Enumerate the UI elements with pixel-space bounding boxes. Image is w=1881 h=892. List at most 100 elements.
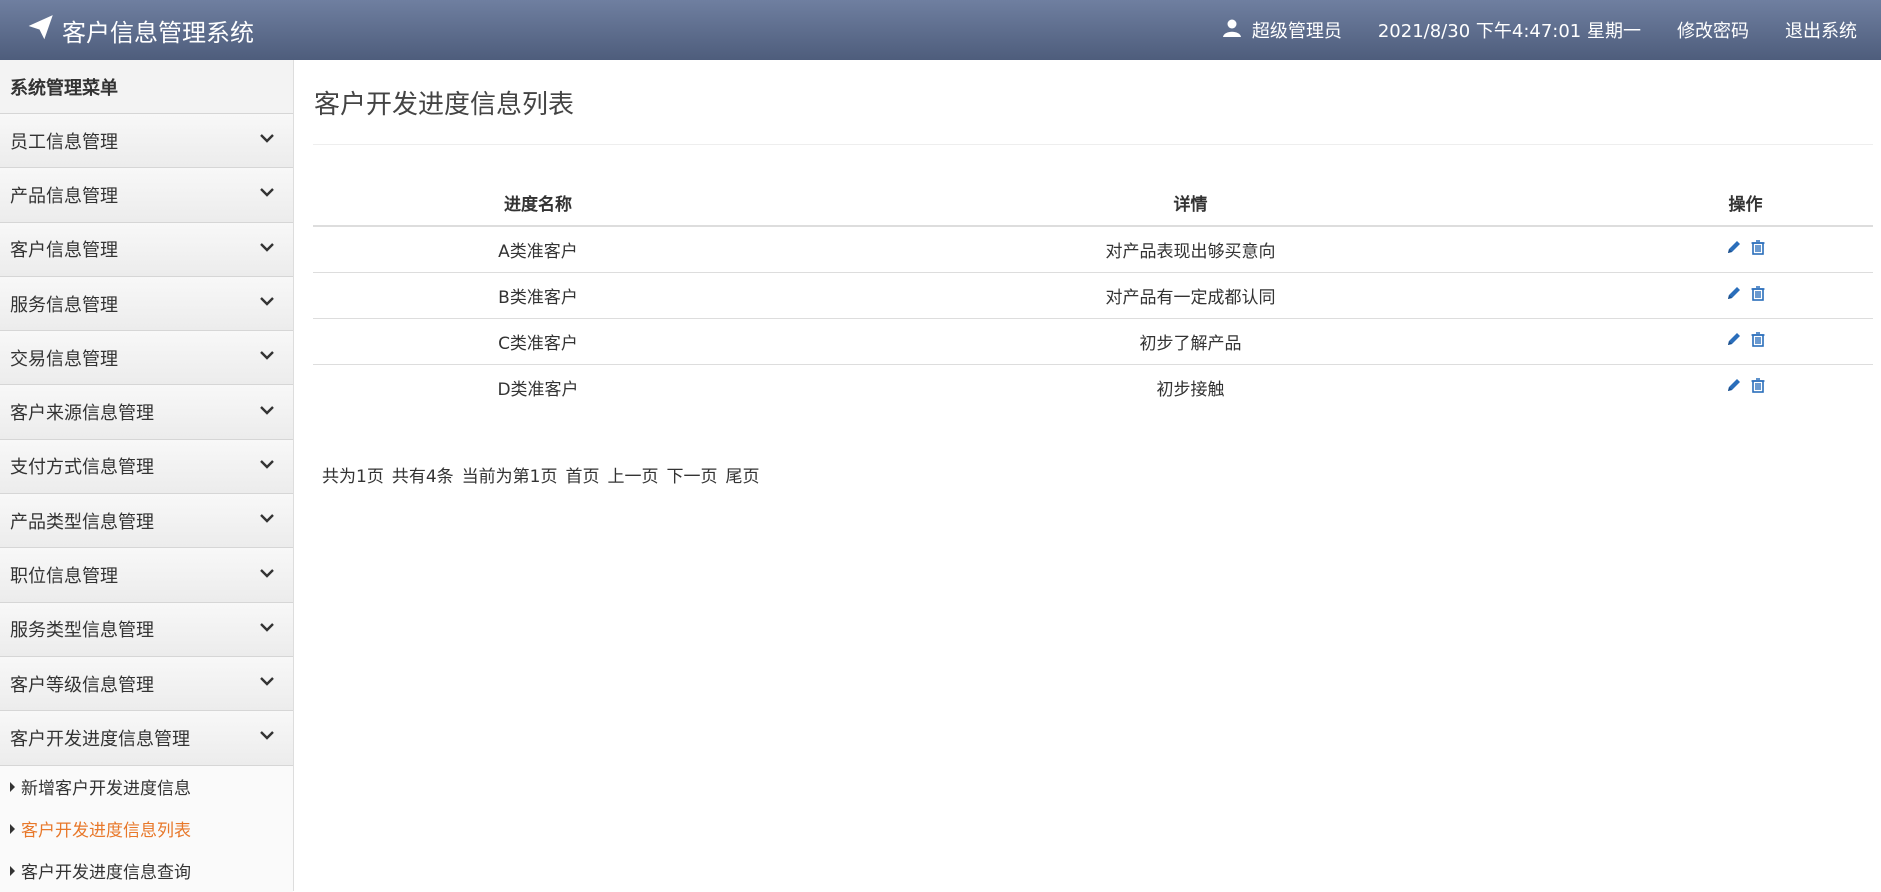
chevron-down-icon <box>259 402 275 423</box>
sidebar-item-label: 客户信息管理 <box>10 240 118 262</box>
sidebar-header: 系统管理菜单 <box>0 60 293 114</box>
column-header-detail: 详情 <box>763 180 1618 227</box>
edit-icon[interactable] <box>1726 377 1742 398</box>
table-row: A类准客户 对产品表现出够买意向 <box>313 226 1873 273</box>
pagination-next-link[interactable]: 下一页 <box>666 462 717 487</box>
sidebar-item-position[interactable]: 职位信息管理 <box>0 548 293 603</box>
cell-actions <box>1618 318 1873 365</box>
submenu: 新增客户开发进度信息 客户开发进度信息列表 客户开发进度信息查询 <box>0 765 293 892</box>
table-header-row: 进度名称 详情 操作 <box>313 180 1873 227</box>
sidebar-item-label: 职位信息管理 <box>10 566 118 588</box>
cell-detail: 初步了解产品 <box>763 318 1618 365</box>
top-nav: 超级管理员 2021/8/30 下午4:47:01 星期一 修改密码 退出系统 <box>1222 0 1857 60</box>
chevron-down-icon <box>259 619 275 640</box>
cell-detail: 对产品表现出够买意向 <box>763 226 1618 273</box>
delete-icon[interactable] <box>1750 239 1766 260</box>
sidebar-item-customer-level[interactable]: 客户等级信息管理 <box>0 656 293 712</box>
paper-plane-icon <box>28 14 54 46</box>
pagination-first-link[interactable]: 首页 <box>565 462 599 487</box>
chevron-down-icon <box>259 673 275 694</box>
chevron-down-icon <box>259 239 275 260</box>
cell-actions <box>1618 272 1873 319</box>
user-name: 超级管理员 <box>1251 21 1342 42</box>
chevron-down-icon <box>259 456 275 477</box>
change-password-link[interactable]: 修改密码 <box>1677 17 1749 43</box>
table-row: B类准客户 对产品有一定成都认同 <box>313 272 1873 319</box>
datetime-text: 2021/8/30 下午4:47:01 星期一 <box>1377 21 1641 42</box>
datetime-display: 2021/8/30 下午4:47:01 星期一 <box>1378 17 1641 43</box>
logout-link[interactable]: 退出系统 <box>1785 17 1857 43</box>
cell-name: D类准客户 <box>497 379 579 400</box>
submenu-item-label: 客户开发进度信息列表 <box>21 821 191 842</box>
page-title: 客户开发进度信息列表 <box>314 90 575 120</box>
submenu-item-progress-query[interactable]: 客户开发进度信息查询 <box>0 850 293 892</box>
cell-detail: 对产品有一定成都认同 <box>763 272 1618 319</box>
sidebar-item-customer[interactable]: 客户信息管理 <box>0 222 293 277</box>
sidebar-item-development-progress[interactable]: 客户开发进度信息管理 <box>0 711 293 766</box>
delete-icon[interactable] <box>1750 377 1766 398</box>
user-icon <box>1222 18 1242 43</box>
caret-right-icon <box>10 865 15 876</box>
column-header-actions: 操作 <box>1618 180 1873 227</box>
chevron-down-icon <box>259 565 275 586</box>
pagination: 共为1页 共有4条 当前为第1页 首页 上一页 下一页 尾页 <box>322 462 759 487</box>
current-user: 超级管理员 <box>1222 17 1342 43</box>
cell-detail: 初步接触 <box>1156 379 1225 400</box>
sidebar-item-transaction[interactable]: 交易信息管理 <box>0 331 293 386</box>
sidebar-item-label: 产品类型信息管理 <box>10 511 154 533</box>
brand: 客户信息管理系统 <box>28 0 254 60</box>
chevron-down-icon <box>259 293 275 314</box>
main-content: 客户开发进度信息列表 进度名称 详情 操作 A类准客户 对产品表现出够买意向 B… <box>313 60 1873 891</box>
title-divider <box>313 144 1873 145</box>
cell-actions <box>1618 226 1873 273</box>
table-row: C类准客户 初步了解产品 <box>313 318 1873 365</box>
edit-icon[interactable] <box>1726 331 1742 352</box>
sidebar: 系统管理菜单 员工信息管理 产品信息管理 客户信息管理 服务信息管理 交易信息管… <box>0 60 294 892</box>
submenu-item-label: 客户开发进度信息查询 <box>21 863 191 884</box>
sidebar-item-label: 客户等级信息管理 <box>10 674 154 696</box>
pagination-total-pages: 共为1页 <box>322 467 384 487</box>
cell-name: C类准客户 <box>313 318 763 365</box>
table-row: D类准客户 初步接触 <box>313 364 1873 410</box>
submenu-item-label: 新增客户开发进度信息 <box>21 779 191 800</box>
chevron-down-icon <box>259 510 275 531</box>
sidebar-item-label: 交易信息管理 <box>10 348 118 370</box>
sidebar-item-label: 产品信息管理 <box>10 185 118 207</box>
column-header-name: 进度名称 <box>313 180 763 227</box>
cell-name: B类准客户 <box>313 272 763 319</box>
delete-icon[interactable] <box>1750 285 1766 306</box>
top-bar: 客户信息管理系统 超级管理员 2021/8/30 下午4:47:01 星期一 修… <box>0 0 1881 60</box>
sidebar-item-payment-method[interactable]: 支付方式信息管理 <box>0 439 293 495</box>
sidebar-item-product[interactable]: 产品信息管理 <box>0 168 293 223</box>
caret-right-icon <box>10 781 15 792</box>
sidebar-item-label: 支付方式信息管理 <box>10 457 154 479</box>
pagination-current-page: 当前为第1页 <box>461 467 558 487</box>
sidebar-item-customer-source[interactable]: 客户来源信息管理 <box>0 385 293 440</box>
submenu-item-progress-list[interactable]: 客户开发进度信息列表 <box>0 808 293 850</box>
chevron-down-icon <box>259 184 275 205</box>
app-title: 客户信息管理系统 <box>62 18 254 47</box>
sidebar-item-product-type[interactable]: 产品类型信息管理 <box>0 494 293 549</box>
submenu-item-add-progress[interactable]: 新增客户开发进度信息 <box>0 766 293 808</box>
chevron-down-icon <box>259 727 275 748</box>
edit-icon[interactable] <box>1726 239 1742 260</box>
delete-icon[interactable] <box>1750 331 1766 352</box>
progress-table: 进度名称 详情 操作 A类准客户 对产品表现出够买意向 B类准客户 对产品有一定… <box>313 180 1873 410</box>
cell-name: A类准客户 <box>313 226 763 273</box>
cell-actions <box>1618 364 1873 410</box>
sidebar-item-label: 服务类型信息管理 <box>10 620 154 642</box>
pagination-prev-link[interactable]: 上一页 <box>607 462 658 487</box>
sidebar-item-service-type[interactable]: 服务类型信息管理 <box>0 602 293 657</box>
pagination-last-link[interactable]: 尾页 <box>725 462 759 487</box>
edit-icon[interactable] <box>1726 285 1742 306</box>
sidebar-item-employee[interactable]: 员工信息管理 <box>0 114 293 169</box>
sidebar-item-label: 客户来源信息管理 <box>10 403 154 425</box>
pagination-total-count: 共有4条 <box>391 467 454 487</box>
chevron-down-icon <box>259 130 275 151</box>
sidebar-item-label: 员工信息管理 <box>10 131 118 153</box>
chevron-down-icon <box>259 347 275 368</box>
sidebar-item-label: 客户开发进度信息管理 <box>10 728 190 750</box>
caret-right-icon <box>10 823 15 834</box>
sidebar-item-label: 服务信息管理 <box>10 294 118 316</box>
sidebar-item-service[interactable]: 服务信息管理 <box>0 276 293 332</box>
